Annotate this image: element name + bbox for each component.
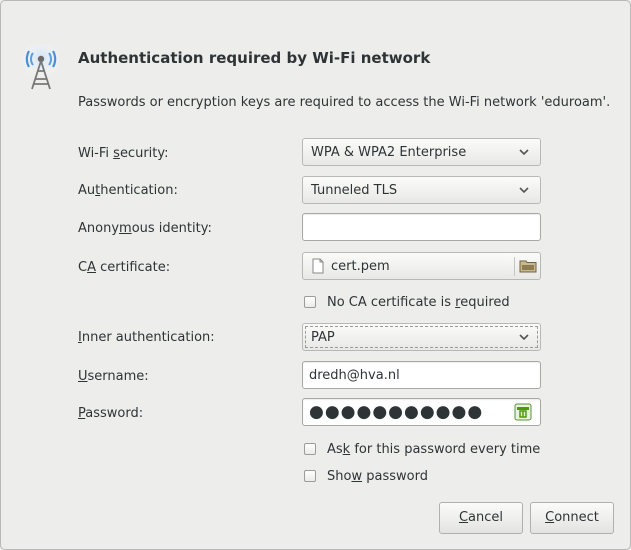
anonymous-identity-input[interactable] [302,213,541,241]
dialog-title: Authentication required by Wi-Fi network [78,49,431,67]
inner-authentication-combo[interactable]: PAP [302,323,541,351]
password-value: ●●●●●●●●●●● [309,402,484,422]
chevron-down-icon [519,149,529,156]
inner-authentication-label: Inner authentication: [78,330,215,345]
file-chooser-divider [514,257,515,276]
chevron-down-icon [519,187,529,194]
auth-dialog: Authentication required by Wi-Fi network… [0,0,631,550]
document-icon [312,258,324,274]
no-ca-required-checkbox[interactable] [304,296,316,308]
folder-icon [519,260,537,273]
wifi-security-value: WPA & WPA2 Enterprise [311,145,467,160]
ca-certificate-value: cert.pem [331,259,390,274]
chevron-down-icon [519,334,529,341]
wifi-security-label: Wi-Fi security: [78,146,169,161]
ask-password-checkbox[interactable] [304,443,316,455]
username-value: dredh@hva.nl [309,368,400,383]
no-ca-required-label: No CA certificate is required [327,295,510,310]
wifi-security-combo[interactable]: WPA & WPA2 Enterprise [302,138,541,166]
show-password-label: Show password [327,469,428,484]
password-label: Password: [78,406,144,421]
authentication-value: Tunneled TLS [311,183,398,198]
anonymous-identity-label: Anonymous identity: [78,221,212,236]
ca-certificate-label: CA certificate: [78,260,171,275]
cancel-button[interactable]: Cancel [439,502,523,534]
ask-password-label: Ask for this password every time [327,442,541,457]
dialog-subtitle: Passwords or encryption keys are require… [78,95,611,110]
wireless-access-point-icon [23,45,59,90]
show-password-checkbox[interactable] [304,470,316,482]
connect-button[interactable]: Connect [530,502,614,534]
ca-certificate-file-chooser[interactable]: cert.pem [302,252,541,280]
username-input[interactable]: dredh@hva.nl [302,361,541,389]
username-label: Username: [78,369,149,384]
authentication-combo[interactable]: Tunneled TLS [302,176,541,204]
inner-authentication-value: PAP [311,330,335,345]
keyboard-icon[interactable] [514,403,532,421]
authentication-label: Authentication: [78,183,178,198]
password-input[interactable]: ●●●●●●●●●●● [302,398,541,426]
